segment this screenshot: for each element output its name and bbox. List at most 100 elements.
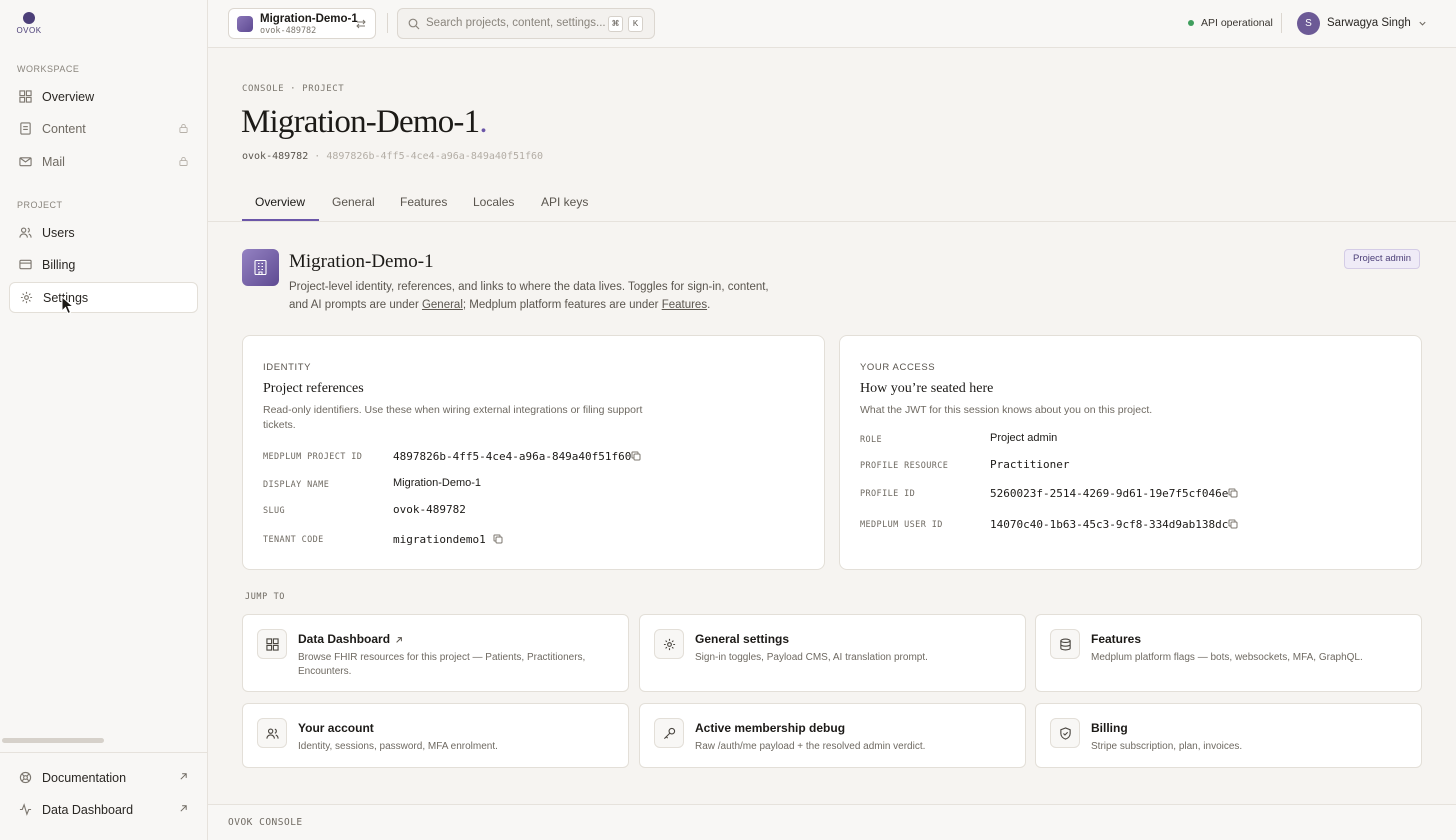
jump-card-billing[interactable]: Billing Stripe subscription, plan, invoi… bbox=[1035, 703, 1422, 768]
tenant-code-value: migrationdemo1 bbox=[393, 533, 486, 546]
sidebar-item-documentation[interactable]: Documentation bbox=[9, 762, 198, 793]
key-icon bbox=[663, 727, 676, 740]
footer-text: OVOK CONSOLE bbox=[228, 817, 303, 828]
jump-card-active-membership-debug[interactable]: Active membership debug Raw /auth/me pay… bbox=[639, 703, 1026, 768]
medplum-project-id-value: 4897826b-4ff5-4ce4-a96a-849a40f51f60 bbox=[393, 450, 632, 463]
role-badge: Project admin bbox=[1344, 249, 1421, 269]
tab-bar: Overview General Features Locales API ke… bbox=[208, 186, 1456, 222]
project-slug: ovok-489782 bbox=[242, 151, 309, 162]
copy-icon[interactable] bbox=[493, 534, 503, 544]
tab-overview[interactable]: Overview bbox=[255, 195, 305, 209]
tab-features[interactable]: Features bbox=[400, 195, 447, 209]
shield-check-icon bbox=[1060, 727, 1071, 740]
jump-card-general-settings[interactable]: General settings Sign-in toggles, Payloa… bbox=[639, 614, 1026, 692]
jump-card-description: Medplum platform flags — bots, websocket… bbox=[1091, 652, 1363, 663]
status-dot-icon bbox=[1188, 20, 1194, 26]
card-title: Project references bbox=[263, 381, 364, 396]
sidebar-item-overview[interactable]: Overview bbox=[9, 81, 198, 112]
user-name[interactable]: Sarwagya Singh bbox=[1327, 17, 1411, 29]
card-eyebrow: YOUR ACCESS bbox=[860, 362, 936, 373]
jump-card-title: Billing bbox=[1091, 721, 1128, 735]
shortcut-key-k: K bbox=[628, 16, 643, 32]
id-separator: · bbox=[314, 151, 321, 162]
tab-general[interactable]: General bbox=[332, 195, 375, 209]
field-label: PROFILE ID bbox=[860, 489, 916, 499]
copy-icon[interactable] bbox=[1228, 519, 1238, 529]
access-card: YOUR ACCESS How you’re seated here What … bbox=[839, 335, 1422, 570]
grid-icon bbox=[19, 90, 32, 103]
project-icon bbox=[242, 249, 279, 286]
database-icon bbox=[1060, 638, 1071, 651]
copy-icon[interactable] bbox=[631, 451, 641, 461]
profile-id-value: 5260023f-2514-4269-9d61-19e7f5cf046e bbox=[990, 487, 1229, 500]
credit-card-icon bbox=[19, 259, 32, 270]
sidebar-item-label: Billing bbox=[42, 257, 76, 272]
intro-text: ; Medplum platform features are under bbox=[462, 299, 662, 311]
shortcut-key-cmd: ⌘ bbox=[608, 16, 623, 32]
jump-card-your-account[interactable]: Your account Identity, sessions, passwor… bbox=[242, 703, 629, 768]
footer: OVOK CONSOLE bbox=[208, 804, 1456, 840]
sidebar-item-label: Overview bbox=[42, 89, 95, 104]
jump-card-data-dashboard[interactable]: Data Dashboard Browse FHIR resources for… bbox=[242, 614, 629, 692]
sidebar-item-settings[interactable]: Settings bbox=[9, 282, 198, 313]
profile-resource-value: Practitioner bbox=[990, 458, 1070, 471]
breadcrumb: CONSOLE · PROJECT bbox=[242, 84, 345, 94]
external-link-icon bbox=[180, 773, 187, 780]
jump-card-title: Features bbox=[1091, 632, 1142, 646]
top-bar: Migration-Demo-1 ovok-489782 Search proj… bbox=[208, 0, 1456, 48]
identity-card: IDENTITY Project references Read-only id… bbox=[242, 335, 825, 570]
sidebar-item-users[interactable]: Users bbox=[9, 217, 198, 248]
jump-card-icon bbox=[257, 629, 287, 659]
project-switcher[interactable]: Migration-Demo-1 ovok-489782 bbox=[228, 8, 376, 39]
users-icon bbox=[266, 728, 279, 739]
card-eyebrow: IDENTITY bbox=[263, 362, 312, 373]
jump-card-title-text: Data Dashboard bbox=[298, 632, 391, 646]
field-label: ROLE bbox=[860, 435, 883, 445]
jump-card-description: Stripe subscription, plan, invoices. bbox=[1091, 741, 1243, 752]
activity-icon bbox=[19, 803, 32, 816]
project-section-label: PROJECT bbox=[17, 200, 63, 210]
sidebar-item-label: Mail bbox=[42, 154, 65, 169]
slug-value: ovok-489782 bbox=[393, 503, 466, 516]
jump-card-title: General settings bbox=[695, 632, 790, 646]
jump-card-description: Sign-in toggles, Payload CMS, AI transla… bbox=[695, 652, 928, 663]
card-title: How you’re seated here bbox=[860, 381, 994, 396]
intro-title: Migration-Demo-1 bbox=[289, 251, 434, 272]
active-tab-indicator bbox=[242, 219, 319, 221]
field-label: TENANT CODE bbox=[263, 535, 324, 545]
header-divider bbox=[1281, 13, 1282, 33]
swap-icon bbox=[356, 19, 366, 29]
sidebar-item-mail[interactable]: Mail bbox=[9, 146, 198, 177]
jump-card-title: Data Dashboard bbox=[298, 632, 403, 646]
gear-icon bbox=[663, 638, 676, 651]
jump-to-label: JUMP TO bbox=[245, 592, 286, 602]
avatar[interactable]: S bbox=[1297, 12, 1320, 35]
jump-card-icon bbox=[654, 718, 684, 748]
sidebar-item-label: Users bbox=[42, 225, 75, 240]
header-divider bbox=[387, 13, 388, 33]
page-title-text: Migration-Demo-1 bbox=[241, 104, 480, 140]
medplum-user-id-value: 14070c40-1b63-45c3-9cf8-334d9ab138dc bbox=[990, 518, 1229, 531]
sidebar: OVOK WORKSPACE Overview Content Mail PRO… bbox=[0, 0, 208, 840]
general-link[interactable]: General bbox=[422, 299, 463, 311]
jump-card-icon bbox=[1050, 718, 1080, 748]
search-input[interactable]: Search projects, content, settings... ⌘ … bbox=[397, 8, 655, 39]
chevron-down-icon[interactable] bbox=[1418, 19, 1427, 28]
sidebar-item-data-dashboard[interactable]: Data Dashboard bbox=[9, 794, 198, 825]
project-uuid: 4897826b-4ff5-4ce4-a96a-849a40f51f60 bbox=[326, 151, 544, 162]
sidebar-item-content[interactable]: Content bbox=[9, 113, 198, 144]
tab-locales[interactable]: Locales bbox=[473, 195, 514, 209]
tab-api-keys[interactable]: API keys bbox=[541, 195, 588, 209]
copy-icon[interactable] bbox=[1228, 488, 1238, 498]
ovok-logo[interactable]: OVOK bbox=[16, 12, 42, 35]
card-description: Read-only identifiers. Use these when wi… bbox=[263, 404, 643, 431]
workspace-section-label: WORKSPACE bbox=[17, 64, 80, 74]
help-icon bbox=[19, 771, 32, 784]
api-status: API operational bbox=[1188, 17, 1273, 29]
lock-icon bbox=[179, 123, 188, 133]
sidebar-item-billing[interactable]: Billing bbox=[9, 249, 198, 280]
features-link[interactable]: Features bbox=[662, 299, 707, 311]
jump-card-features[interactable]: Features Medplum platform flags — bots, … bbox=[1035, 614, 1422, 692]
sidebar-scrollbar[interactable] bbox=[2, 738, 104, 743]
jump-card-description: Identity, sessions, password, MFA enrolm… bbox=[298, 741, 498, 752]
